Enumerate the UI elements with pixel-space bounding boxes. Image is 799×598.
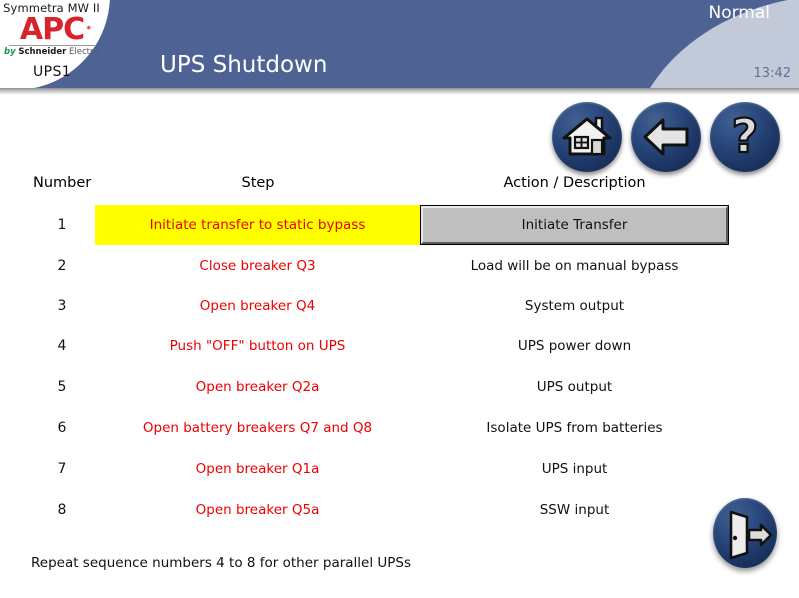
initiate-transfer-button[interactable]: Initiate Transfer: [420, 205, 729, 245]
help-button[interactable]: ?: [710, 102, 780, 172]
navigation-buttons: ?: [552, 102, 792, 174]
page-title: UPS Shutdown: [160, 52, 328, 78]
row-number: 2: [57, 258, 67, 274]
row-action: Load will be on manual bypass: [470, 258, 679, 274]
row-step: Open breaker Q4: [199, 298, 316, 314]
row-number: 5: [57, 379, 67, 395]
trademark-mark: *: [86, 25, 91, 35]
column-header-action: Action / Description: [503, 175, 646, 191]
row-step: Open breaker Q1a: [195, 461, 320, 477]
app-header: Symmetra MW II APC * by Schneider Electri…: [0, 0, 799, 90]
table-row: 5 Open breaker Q2a UPS output: [0, 367, 799, 407]
row-number: 7: [57, 461, 67, 477]
exit-door-icon: [729, 510, 773, 560]
question-mark-icon: ?: [731, 108, 760, 164]
row-action: System output: [524, 298, 625, 314]
svg-text:?: ?: [732, 109, 759, 163]
row-action: Isolate UPS from batteries: [486, 420, 663, 436]
row-number: 6: [57, 420, 67, 436]
row-number: 8: [57, 502, 67, 518]
row-number: 4: [57, 338, 67, 354]
schneider-byline: by Schneider Electric: [4, 47, 101, 57]
row-action: UPS power down: [517, 338, 632, 354]
row-step: Initiate transfer to static bypass: [95, 205, 420, 245]
back-arrow-icon: [643, 118, 689, 156]
table-row: 1 Initiate transfer to static bypass Ini…: [0, 205, 799, 245]
byline-company-suffix: Electric: [69, 47, 101, 57]
row-number: 3: [57, 298, 67, 314]
apc-wordmark-text: APC: [19, 12, 85, 47]
table-row: 4 Push "OFF" button on UPS UPS power dow…: [0, 326, 799, 366]
row-action: UPS input: [541, 461, 608, 477]
unit-identifier: UPS1: [32, 64, 72, 80]
table-column-headers: Number Step Action / Description: [0, 175, 799, 195]
exit-button[interactable]: [713, 498, 777, 568]
table-row: 6 Open battery breakers Q7 and Q8 Isolat…: [0, 408, 799, 448]
byline-by: by: [4, 47, 16, 57]
row-action: Initiate Transfer: [420, 205, 729, 245]
apc-wordmark: APC *: [19, 12, 91, 47]
table-row: 2 Close breaker Q3 Load will be on manua…: [0, 246, 799, 286]
row-step: Open battery breakers Q7 and Q8: [142, 420, 373, 436]
table-row: 7 Open breaker Q1a UPS input: [0, 449, 799, 489]
table-row: 3 Open breaker Q4 System output: [0, 286, 799, 326]
clock: 13:42: [753, 66, 791, 81]
status-badge: Normal: [708, 3, 770, 23]
row-step: Push "OFF" button on UPS: [169, 338, 346, 354]
apc-logo: Symmetra MW II APC * by Schneider Electri…: [3, 2, 101, 81]
byline-company: Schneider: [18, 47, 67, 57]
header-shadow: [0, 88, 799, 95]
footer-note: Repeat sequence numbers 4 to 8 for other…: [31, 555, 412, 571]
home-button[interactable]: [552, 102, 622, 172]
row-step: Open breaker Q5a: [195, 502, 320, 518]
row-step: Open breaker Q2a: [195, 379, 320, 395]
home-icon: [562, 116, 612, 156]
row-action: SSW input: [539, 502, 610, 518]
row-step: Close breaker Q3: [199, 258, 316, 274]
row-action: UPS output: [536, 379, 613, 395]
table-row: 8 Open breaker Q5a SSW input: [0, 490, 799, 530]
back-button[interactable]: [631, 102, 701, 172]
row-number: 1: [57, 217, 67, 233]
